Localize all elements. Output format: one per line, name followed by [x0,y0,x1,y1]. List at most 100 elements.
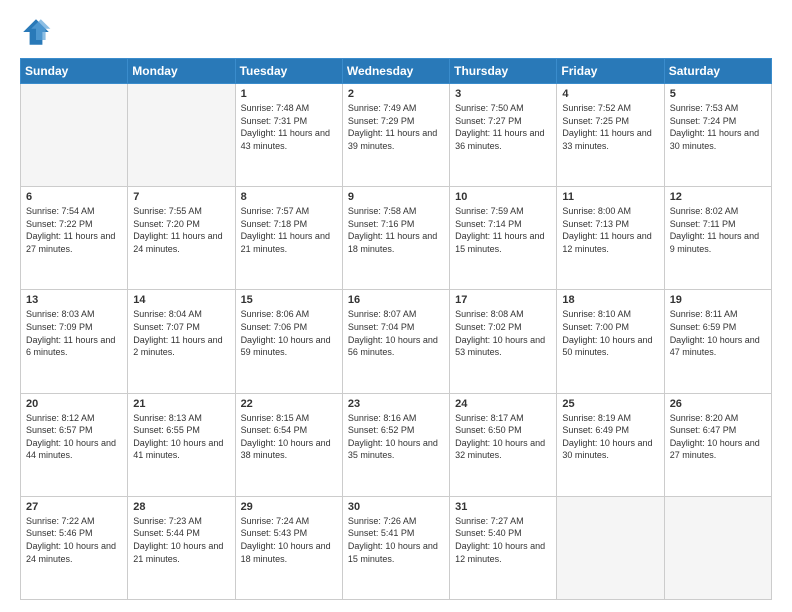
day-number: 5 [670,88,766,100]
day-cell: 13 Sunrise: 8:03 AMSunset: 7:09 PMDaylig… [21,290,128,393]
day-info: Sunrise: 8:19 AMSunset: 6:49 PMDaylight:… [562,412,658,462]
day-cell: 14 Sunrise: 8:04 AMSunset: 7:07 PMDaylig… [128,290,235,393]
day-number: 22 [241,398,337,410]
day-number: 3 [455,88,551,100]
day-info: Sunrise: 7:48 AMSunset: 7:31 PMDaylight:… [241,102,337,152]
day-cell: 12 Sunrise: 8:02 AMSunset: 7:11 PMDaylig… [664,187,771,290]
day-cell [128,84,235,187]
day-number: 26 [670,398,766,410]
day-info: Sunrise: 7:53 AMSunset: 7:24 PMDaylight:… [670,102,766,152]
day-number: 28 [133,501,229,513]
day-cell: 18 Sunrise: 8:10 AMSunset: 7:00 PMDaylig… [557,290,664,393]
day-number: 14 [133,294,229,306]
day-cell: 24 Sunrise: 8:17 AMSunset: 6:50 PMDaylig… [450,393,557,496]
weekday-header-friday: Friday [557,59,664,84]
day-cell: 5 Sunrise: 7:53 AMSunset: 7:24 PMDayligh… [664,84,771,187]
day-info: Sunrise: 8:02 AMSunset: 7:11 PMDaylight:… [670,205,766,255]
day-cell: 15 Sunrise: 8:06 AMSunset: 7:06 PMDaylig… [235,290,342,393]
day-cell: 3 Sunrise: 7:50 AMSunset: 7:27 PMDayligh… [450,84,557,187]
week-row-3: 20 Sunrise: 8:12 AMSunset: 6:57 PMDaylig… [21,393,772,496]
day-info: Sunrise: 7:22 AMSunset: 5:46 PMDaylight:… [26,515,122,565]
weekday-header-monday: Monday [128,59,235,84]
day-info: Sunrise: 7:26 AMSunset: 5:41 PMDaylight:… [348,515,444,565]
day-number: 6 [26,191,122,203]
logo [20,16,56,48]
day-number: 2 [348,88,444,100]
day-info: Sunrise: 8:16 AMSunset: 6:52 PMDaylight:… [348,412,444,462]
day-info: Sunrise: 8:12 AMSunset: 6:57 PMDaylight:… [26,412,122,462]
day-cell: 20 Sunrise: 8:12 AMSunset: 6:57 PMDaylig… [21,393,128,496]
day-number: 13 [26,294,122,306]
weekday-header-sunday: Sunday [21,59,128,84]
day-cell [557,496,664,599]
day-number: 1 [241,88,337,100]
day-cell: 11 Sunrise: 8:00 AMSunset: 7:13 PMDaylig… [557,187,664,290]
day-number: 25 [562,398,658,410]
day-info: Sunrise: 7:27 AMSunset: 5:40 PMDaylight:… [455,515,551,565]
day-cell: 25 Sunrise: 8:19 AMSunset: 6:49 PMDaylig… [557,393,664,496]
day-cell: 23 Sunrise: 8:16 AMSunset: 6:52 PMDaylig… [342,393,449,496]
day-info: Sunrise: 8:11 AMSunset: 6:59 PMDaylight:… [670,308,766,358]
day-number: 9 [348,191,444,203]
day-number: 27 [26,501,122,513]
day-cell: 1 Sunrise: 7:48 AMSunset: 7:31 PMDayligh… [235,84,342,187]
day-info: Sunrise: 7:24 AMSunset: 5:43 PMDaylight:… [241,515,337,565]
week-row-2: 13 Sunrise: 8:03 AMSunset: 7:09 PMDaylig… [21,290,772,393]
day-number: 8 [241,191,337,203]
weekday-header-wednesday: Wednesday [342,59,449,84]
day-number: 15 [241,294,337,306]
weekday-header-thursday: Thursday [450,59,557,84]
day-info: Sunrise: 8:04 AMSunset: 7:07 PMDaylight:… [133,308,229,358]
day-cell: 21 Sunrise: 8:13 AMSunset: 6:55 PMDaylig… [128,393,235,496]
day-cell: 7 Sunrise: 7:55 AMSunset: 7:20 PMDayligh… [128,187,235,290]
day-number: 31 [455,501,551,513]
day-info: Sunrise: 7:55 AMSunset: 7:20 PMDaylight:… [133,205,229,255]
day-cell [664,496,771,599]
day-info: Sunrise: 7:59 AMSunset: 7:14 PMDaylight:… [455,205,551,255]
day-cell: 6 Sunrise: 7:54 AMSunset: 7:22 PMDayligh… [21,187,128,290]
day-info: Sunrise: 7:54 AMSunset: 7:22 PMDaylight:… [26,205,122,255]
day-number: 18 [562,294,658,306]
calendar-table: SundayMondayTuesdayWednesdayThursdayFrid… [20,58,772,600]
day-cell [21,84,128,187]
day-cell: 10 Sunrise: 7:59 AMSunset: 7:14 PMDaylig… [450,187,557,290]
day-number: 20 [26,398,122,410]
day-cell: 17 Sunrise: 8:08 AMSunset: 7:02 PMDaylig… [450,290,557,393]
page: SundayMondayTuesdayWednesdayThursdayFrid… [0,0,792,612]
day-cell: 2 Sunrise: 7:49 AMSunset: 7:29 PMDayligh… [342,84,449,187]
day-number: 21 [133,398,229,410]
day-number: 19 [670,294,766,306]
day-number: 17 [455,294,551,306]
day-info: Sunrise: 7:23 AMSunset: 5:44 PMDaylight:… [133,515,229,565]
day-info: Sunrise: 7:57 AMSunset: 7:18 PMDaylight:… [241,205,337,255]
day-number: 29 [241,501,337,513]
logo-icon [20,16,52,48]
day-cell: 4 Sunrise: 7:52 AMSunset: 7:25 PMDayligh… [557,84,664,187]
day-number: 10 [455,191,551,203]
day-cell: 19 Sunrise: 8:11 AMSunset: 6:59 PMDaylig… [664,290,771,393]
day-cell: 16 Sunrise: 8:07 AMSunset: 7:04 PMDaylig… [342,290,449,393]
day-number: 24 [455,398,551,410]
weekday-header-saturday: Saturday [664,59,771,84]
day-info: Sunrise: 8:08 AMSunset: 7:02 PMDaylight:… [455,308,551,358]
day-number: 16 [348,294,444,306]
day-info: Sunrise: 8:10 AMSunset: 7:00 PMDaylight:… [562,308,658,358]
day-number: 4 [562,88,658,100]
weekday-header-row: SundayMondayTuesdayWednesdayThursdayFrid… [21,59,772,84]
day-info: Sunrise: 7:50 AMSunset: 7:27 PMDaylight:… [455,102,551,152]
day-number: 7 [133,191,229,203]
day-info: Sunrise: 8:03 AMSunset: 7:09 PMDaylight:… [26,308,122,358]
day-info: Sunrise: 8:07 AMSunset: 7:04 PMDaylight:… [348,308,444,358]
day-info: Sunrise: 8:20 AMSunset: 6:47 PMDaylight:… [670,412,766,462]
day-cell: 8 Sunrise: 7:57 AMSunset: 7:18 PMDayligh… [235,187,342,290]
day-info: Sunrise: 8:06 AMSunset: 7:06 PMDaylight:… [241,308,337,358]
day-cell: 31 Sunrise: 7:27 AMSunset: 5:40 PMDaylig… [450,496,557,599]
day-cell: 26 Sunrise: 8:20 AMSunset: 6:47 PMDaylig… [664,393,771,496]
day-cell: 9 Sunrise: 7:58 AMSunset: 7:16 PMDayligh… [342,187,449,290]
day-info: Sunrise: 7:49 AMSunset: 7:29 PMDaylight:… [348,102,444,152]
day-info: Sunrise: 8:00 AMSunset: 7:13 PMDaylight:… [562,205,658,255]
day-cell: 27 Sunrise: 7:22 AMSunset: 5:46 PMDaylig… [21,496,128,599]
day-cell: 22 Sunrise: 8:15 AMSunset: 6:54 PMDaylig… [235,393,342,496]
day-cell: 29 Sunrise: 7:24 AMSunset: 5:43 PMDaylig… [235,496,342,599]
day-number: 11 [562,191,658,203]
